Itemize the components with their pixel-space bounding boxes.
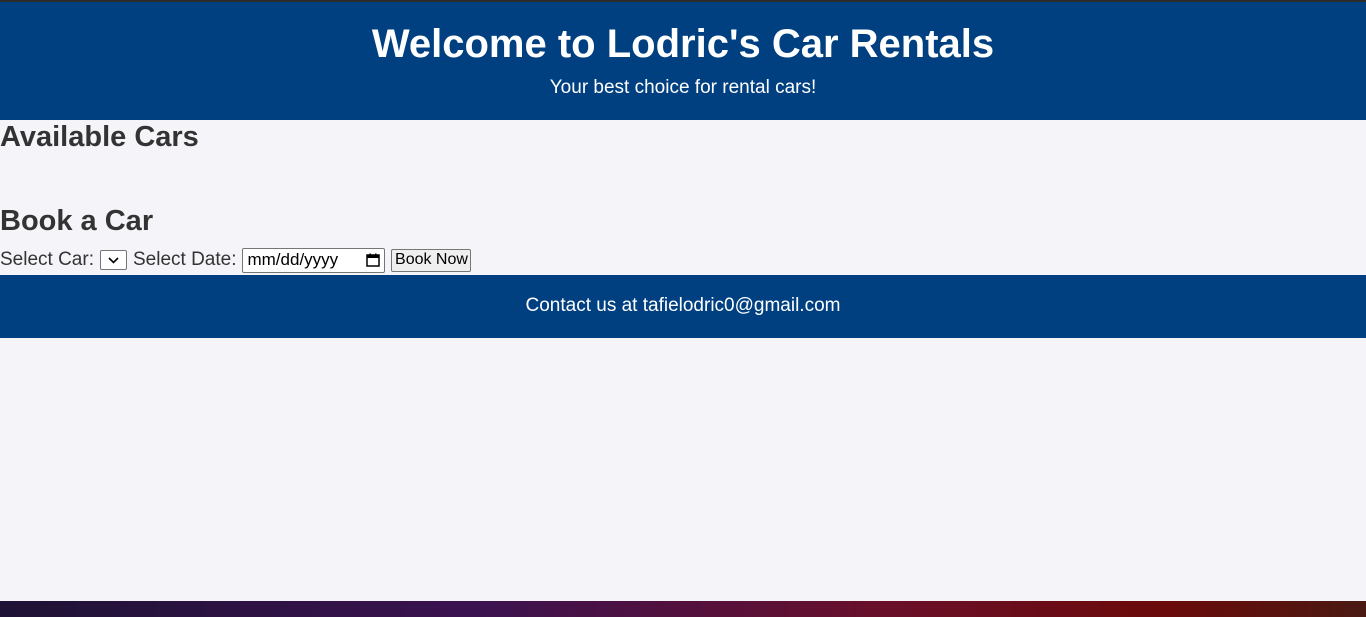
contact-text: Contact us at tafielodric0@gmail.com: [525, 295, 841, 316]
booking-form: Select Car: Select Date: mm/dd/yyyy Book…: [0, 247, 472, 273]
page-subtitle: Your best choice for rental cars!: [549, 77, 817, 98]
select-car-label: Select Car:: [0, 249, 94, 270]
date-input[interactable]: mm/dd/yyyy: [242, 247, 386, 273]
site-header: Welcome to Lodric's Car Rentals Your bes…: [0, 2, 1366, 120]
date-placeholder: mm/dd/yyyy: [247, 250, 339, 269]
calendar-icon[interactable]: [366, 253, 381, 267]
car-select[interactable]: [99, 250, 127, 270]
os-taskbar: [0, 601, 1366, 617]
page-title: Welcome to Lodric's Car Rentals: [371, 22, 995, 66]
available-cars-heading: Available Cars: [0, 121, 199, 153]
book-car-heading: Book a Car: [0, 205, 154, 237]
chevron-down-icon: [108, 256, 119, 264]
book-now-button[interactable]: Book Now: [391, 248, 472, 272]
select-date-label: Select Date:: [132, 249, 237, 270]
site-footer: Contact us at tafielodric0@gmail.com: [0, 275, 1366, 338]
